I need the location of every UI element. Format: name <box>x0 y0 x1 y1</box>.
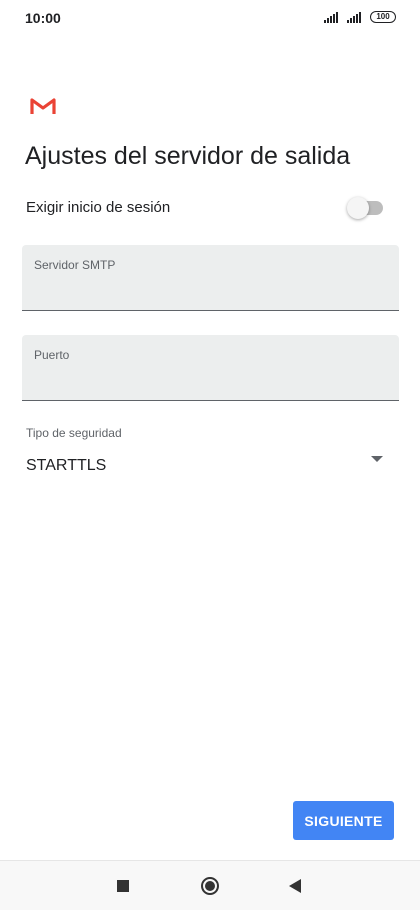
gmail-logo <box>30 98 56 114</box>
status-bar: 10:00 100 <box>0 0 420 36</box>
require-login-label: Exigir inicio de sesión <box>26 199 171 216</box>
security-type-select[interactable]: Tipo de seguridad STARTTLS <box>22 420 399 486</box>
smtp-server-field[interactable]: Servidor SMTP <box>22 245 399 311</box>
battery-icon: 100 <box>370 11 396 23</box>
port-field[interactable]: Puerto <box>22 335 399 401</box>
dropdown-arrow-icon <box>371 456 383 462</box>
security-type-value: STARTTLS <box>26 457 107 474</box>
status-time: 10:00 <box>25 10 61 26</box>
home-icon[interactable] <box>201 877 219 895</box>
toggle-thumb <box>347 197 369 219</box>
back-icon[interactable] <box>289 879 301 893</box>
security-type-label: Tipo de seguridad <box>26 426 122 440</box>
signal-icon <box>324 11 338 23</box>
page-title: Ajustes del servidor de salida <box>25 142 351 170</box>
recent-apps-icon[interactable] <box>117 880 129 892</box>
port-label: Puerto <box>34 348 70 362</box>
smtp-server-label: Servidor SMTP <box>34 258 116 272</box>
require-login-toggle[interactable] <box>347 197 385 219</box>
navigation-bar <box>0 860 420 910</box>
status-icons: 100 <box>324 11 396 23</box>
signal-icon <box>347 11 361 23</box>
next-button[interactable]: SIGUIENTE <box>293 801 394 840</box>
